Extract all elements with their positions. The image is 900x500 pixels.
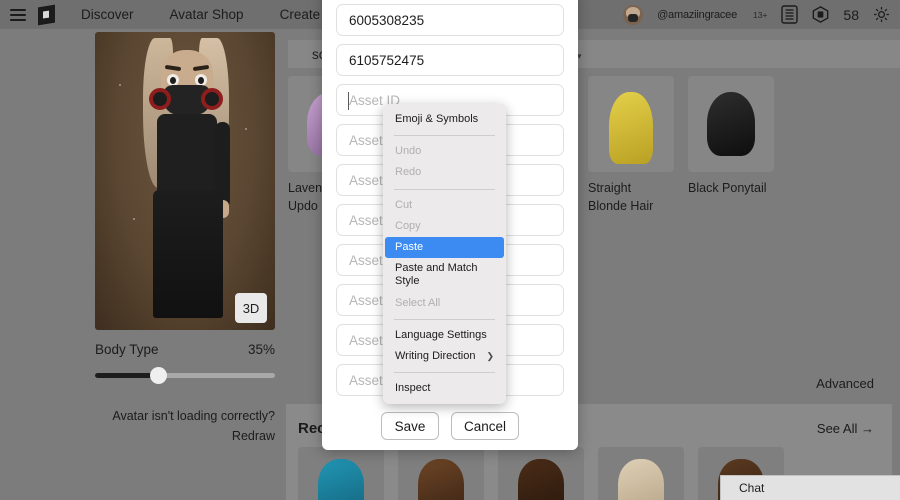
body-type-label: Body Type <box>95 342 159 357</box>
hair-icon <box>618 459 664 500</box>
recommended-item[interactable] <box>398 447 484 500</box>
body-type-value: 35% <box>247 342 275 357</box>
advanced-link[interactable]: Advanced <box>816 376 874 391</box>
body-type-row: Body Type 35% <box>95 342 275 357</box>
context-menu-item-cut: Cut <box>383 195 506 216</box>
roblox-logo-icon[interactable] <box>38 4 55 25</box>
context-menu-item-redo: Redo <box>383 162 506 183</box>
asset-id-value: 6105752475 <box>349 52 425 68</box>
avatar-torso <box>157 114 217 196</box>
context-menu-item-select-all: Select All <box>383 293 506 314</box>
context-menu-item-writing-direction[interactable]: Writing Direction ❯ <box>383 346 506 367</box>
context-menu-separator <box>394 372 495 374</box>
context-menu-item-label: Emoji & Symbols <box>395 113 479 125</box>
chat-bar[interactable]: Chat <box>720 475 900 500</box>
robux-icon[interactable] <box>812 5 829 24</box>
context-menu-item-paste[interactable]: Paste <box>385 236 504 259</box>
robux-amount: 58 <box>843 6 859 23</box>
hair-icon <box>318 459 364 500</box>
context-menu-item-label: Copy <box>395 219 421 232</box>
sparkle-icon <box>245 128 247 130</box>
context-menu-item-label: Redo <box>395 166 422 179</box>
sparkle-icon <box>119 84 121 86</box>
list-icon[interactable] <box>781 5 799 24</box>
catalog-item-name: Black Ponytail <box>688 181 767 195</box>
context-menu-item-label: Undo <box>395 145 422 158</box>
context-menu-item-label: Language Settings <box>395 328 487 341</box>
hair-icon <box>609 92 653 164</box>
nav-right-group: @amaziingracee 13+ 58 <box>623 4 890 25</box>
sparkle-icon <box>133 218 135 220</box>
hamburger-icon[interactable] <box>10 8 26 21</box>
body-type-slider[interactable] <box>95 367 275 384</box>
recommended-item[interactable] <box>598 447 684 500</box>
asset-id-field[interactable]: 6105752475 <box>336 44 564 76</box>
avatar-mask-filter-left <box>149 88 171 110</box>
catalog-item-label: Straight Blonde Hair <box>588 179 674 215</box>
catalog-item-thumbnail <box>688 76 774 172</box>
context-menu-item-label: Cut <box>395 198 413 211</box>
context-menu-item-label: Paste <box>395 240 424 253</box>
context-menu-item-paste-and-match-style[interactable]: Paste and Match Style <box>383 258 506 292</box>
catalog-item[interactable]: Black Ponytail <box>688 76 774 215</box>
catalog-item-name-line2: Blonde Hair <box>588 199 654 214</box>
avatar-skirt <box>153 190 223 318</box>
chat-label: Chat <box>739 481 765 495</box>
app-root: Discover Avatar Shop Create Ro @amaziing… <box>0 0 900 500</box>
asset-id-field[interactable]: 6005308235 <box>336 4 564 36</box>
avatar-preview[interactable]: 3D <box>95 32 275 330</box>
nav-link-discover[interactable]: Discover <box>81 7 134 22</box>
avatar[interactable] <box>623 4 644 25</box>
context-menu-separator <box>394 318 495 320</box>
hair-icon <box>707 92 755 156</box>
context-menu-item-undo: Undo <box>383 141 506 162</box>
context-menu-item-label: Paste and Match Style <box>395 262 478 288</box>
context-menu-item-copy: Copy <box>383 216 506 237</box>
catalog-item-name: Straight <box>588 181 632 195</box>
username-label[interactable]: @amaziingracee <box>657 9 737 21</box>
catalog-item-label: Black Ponytail <box>688 179 774 197</box>
catalog-item[interactable]: Straight Blonde Hair <box>588 76 674 215</box>
avatar-panel: 3D Body Type 35% Avatar isn't loading co… <box>95 32 275 443</box>
context-menu-item-inspect[interactable]: Inspect <box>383 378 506 399</box>
context-menu-item-emoji-symbols[interactable]: Emoji & Symbols <box>383 109 506 130</box>
context-menu-item-label: Select All <box>395 296 441 309</box>
nav-link-avatar-shop[interactable]: Avatar Shop <box>170 7 244 22</box>
recommended-item[interactable] <box>298 447 384 500</box>
view-3d-toggle-button[interactable]: 3D <box>235 293 267 323</box>
nav-link-create[interactable]: Create <box>280 7 321 22</box>
context-menu-separator <box>394 135 495 137</box>
catalog-item-thumbnail <box>588 76 674 172</box>
chevron-right-icon: ❯ <box>486 351 494 362</box>
slider-knob[interactable] <box>150 367 167 384</box>
recommended-item[interactable] <box>498 447 584 500</box>
cancel-button[interactable]: Cancel <box>450 412 520 440</box>
see-all-link[interactable]: See All → <box>817 421 874 436</box>
avatar-loading-note: Avatar isn't loading correctly? <box>112 409 275 423</box>
avatar-mask-filter-right <box>201 88 223 110</box>
context-menu-item-language-settings[interactable]: Language Settings <box>383 325 506 346</box>
save-button[interactable]: Save <box>380 412 439 440</box>
modal-actions: Save Cancel <box>336 412 564 440</box>
asset-id-value: 6005308235 <box>349 12 425 28</box>
slider-fill <box>95 373 158 378</box>
age-badge: 13+ <box>753 9 768 20</box>
context-menu: Emoji & Symbols Undo Redo Cut Copy Paste… <box>383 104 506 405</box>
context-menu-separator <box>394 188 495 190</box>
context-menu-item-label: Writing Direction <box>395 349 476 362</box>
hair-icon <box>418 459 464 500</box>
hair-icon <box>518 459 564 500</box>
redraw-link[interactable]: Redraw <box>95 429 275 443</box>
context-menu-item-label: Inspect <box>395 382 431 395</box>
gear-icon[interactable] <box>873 5 890 24</box>
